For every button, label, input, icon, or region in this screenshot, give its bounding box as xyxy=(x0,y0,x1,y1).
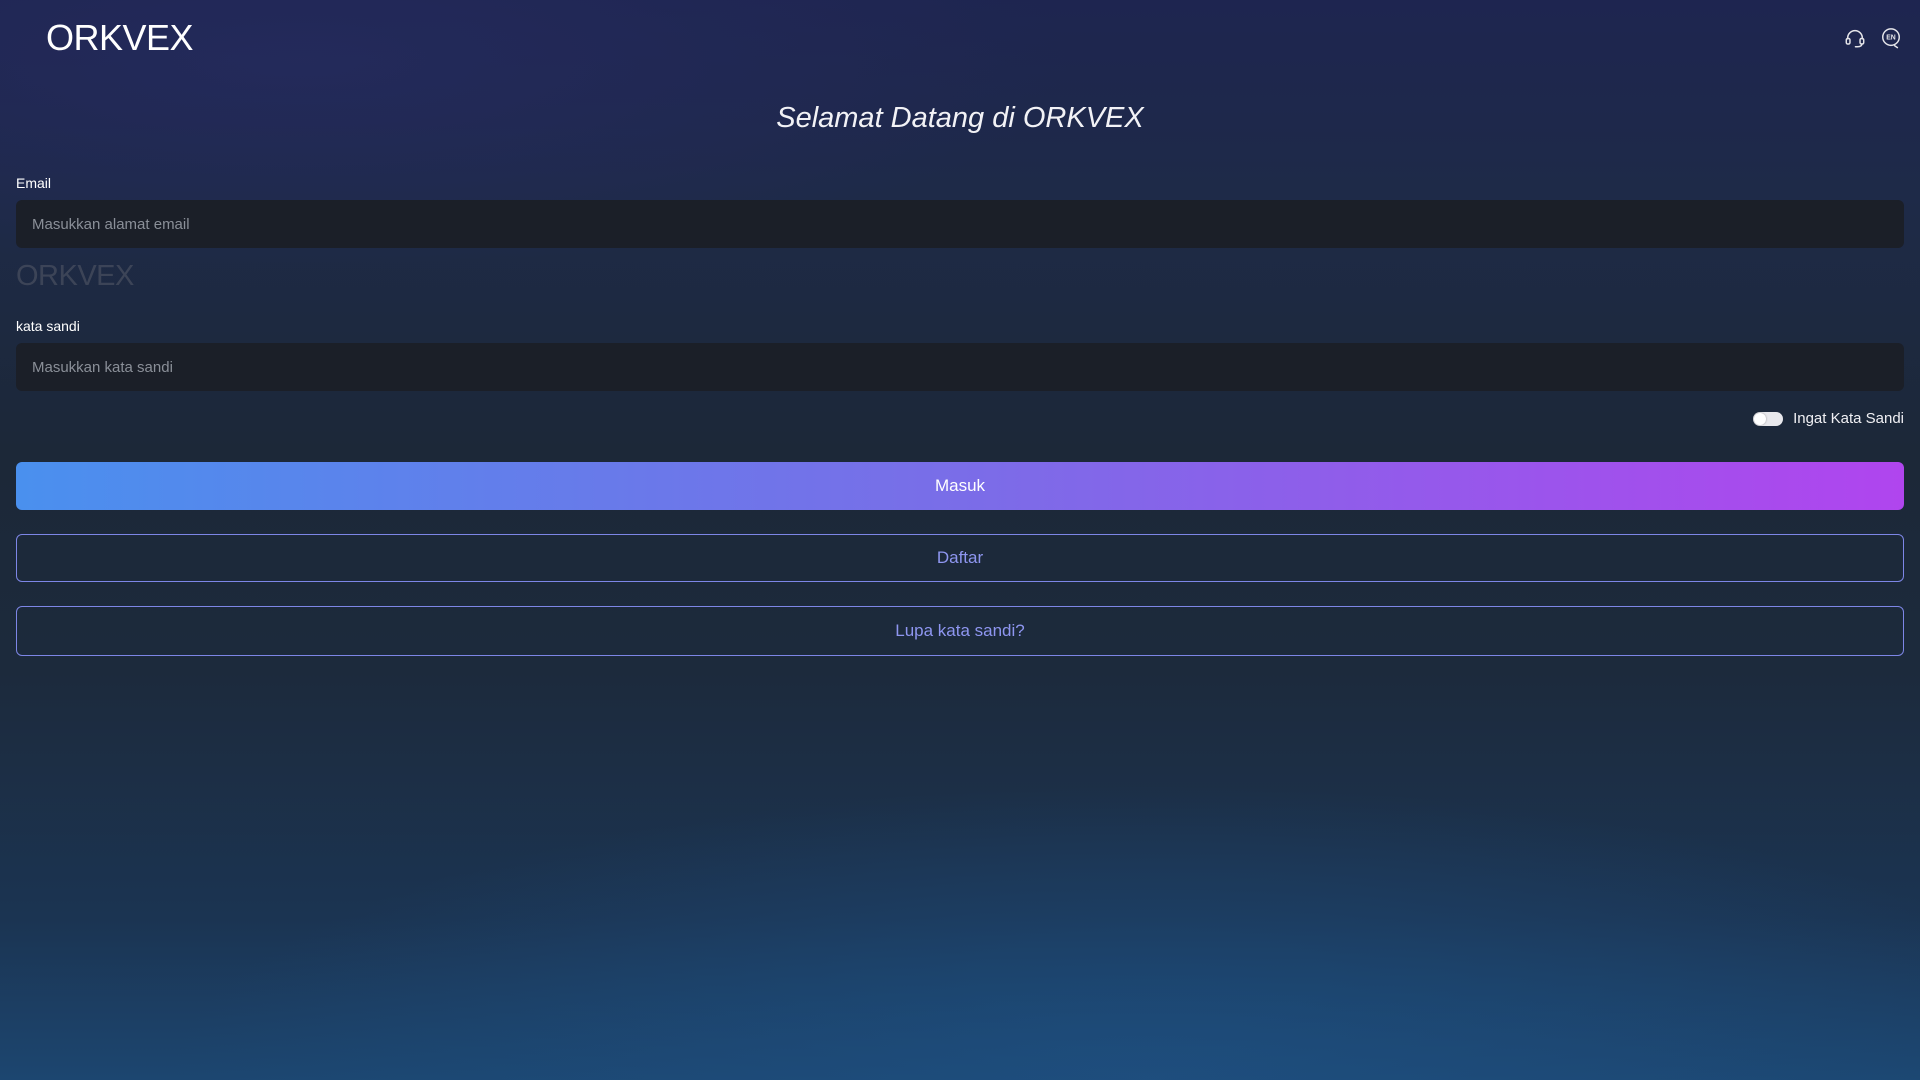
toggle-knob xyxy=(1754,413,1767,425)
password-label: kata sandi xyxy=(16,318,80,334)
login-button[interactable]: Masuk xyxy=(16,462,1904,510)
forgot-password-button[interactable]: Lupa kata sandi? xyxy=(16,606,1904,656)
language-en-icon[interactable]: EN xyxy=(1880,27,1902,49)
language-badge: EN xyxy=(1886,34,1896,41)
remember-label: Ingat Kata Sandi xyxy=(1793,410,1904,427)
brand-watermark: ORKVEX xyxy=(16,260,134,292)
register-button[interactable]: Daftar xyxy=(16,534,1904,582)
header-actions: EN xyxy=(1844,27,1902,49)
page-title: Selamat Datang di ORKVEX xyxy=(776,102,1144,134)
remember-toggle[interactable] xyxy=(1753,412,1784,426)
brand-logo[interactable]: ORKVEX xyxy=(46,18,194,58)
top-header: ORKVEX EN xyxy=(0,0,1920,80)
password-field[interactable] xyxy=(16,343,1904,391)
support-headset-icon[interactable] xyxy=(1844,27,1866,49)
email-field[interactable] xyxy=(16,200,1904,248)
remember-password: Ingat Kata Sandi xyxy=(1753,410,1904,428)
email-label: Email xyxy=(16,175,52,191)
